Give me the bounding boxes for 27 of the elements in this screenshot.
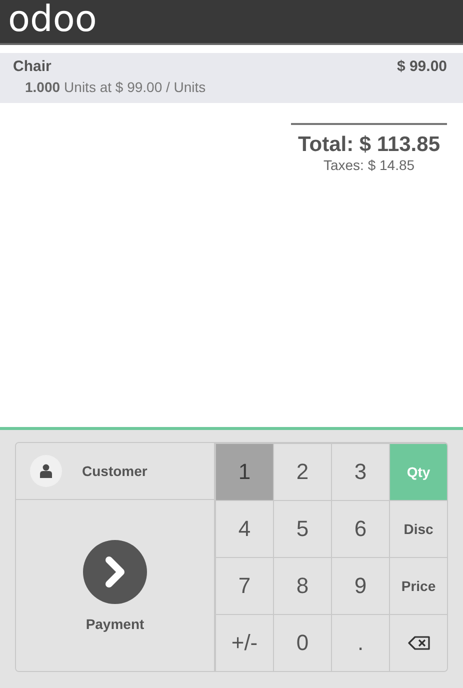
keypad-key[interactable]: 0 xyxy=(273,614,331,671)
keypad-key[interactable]: +/- xyxy=(215,614,273,671)
keypad-key[interactable]: 2 xyxy=(273,443,331,500)
person-icon xyxy=(40,464,52,478)
keypad-key[interactable]: 5 xyxy=(273,500,331,557)
logo: odoo xyxy=(8,2,97,38)
line-detail: Units at $ 99.00 / Units xyxy=(64,79,206,95)
chevron-right-icon xyxy=(83,540,147,604)
line-quantity: 1.000 xyxy=(25,79,60,95)
mode-button[interactable]: Disc xyxy=(389,500,447,557)
backspace-icon xyxy=(408,636,430,650)
keypad-key[interactable]: . xyxy=(331,614,389,671)
line-price: $ 99.00 xyxy=(396,58,447,75)
keypad-key[interactable]: 3 xyxy=(331,443,389,500)
keypad-key[interactable]: 8 xyxy=(273,557,331,614)
keypad-key[interactable]: 9 xyxy=(331,557,389,614)
keypad-key[interactable]: 1 xyxy=(215,443,273,500)
keypad-key[interactable]: 6 xyxy=(331,500,389,557)
mode-button[interactable]: Price xyxy=(389,557,447,614)
backspace-button[interactable] xyxy=(389,614,447,671)
keypad-key[interactable]: 4 xyxy=(215,500,273,557)
order-total: Total: $ 113.85 xyxy=(298,133,440,157)
customer-button[interactable]: Customer xyxy=(16,443,215,500)
payment-button[interactable]: Payment xyxy=(16,500,215,671)
product-name: Chair xyxy=(13,58,52,75)
order-taxes: Taxes: $ 14.85 xyxy=(323,157,415,173)
keypad-key[interactable]: 7 xyxy=(215,557,273,614)
